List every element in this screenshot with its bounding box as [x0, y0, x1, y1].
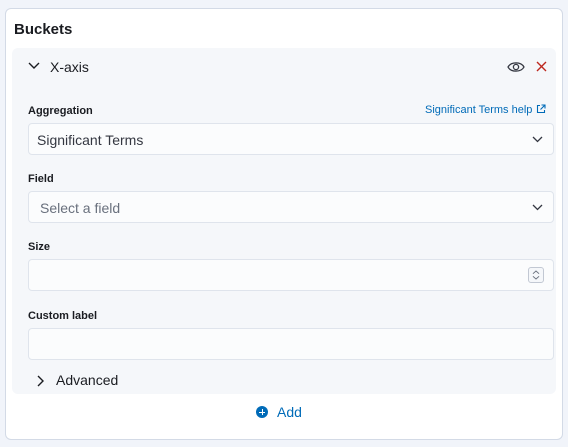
size-label: Size: [28, 241, 51, 253]
plus-circle-icon: [256, 406, 268, 418]
buckets-panel: Buckets X-axis Aggregation Significant T…: [5, 8, 563, 440]
buckets-title: Buckets: [14, 21, 73, 38]
chevron-right-icon: [37, 375, 44, 387]
aggregation-selected-value: Significant Terms: [37, 132, 144, 148]
significant-terms-help-link[interactable]: Significant Terms help: [425, 104, 546, 116]
number-stepper-icon[interactable]: [528, 267, 544, 283]
advanced-label: Advanced: [56, 372, 119, 388]
x-axis-aggregation-panel: X-axis Aggregation Significant Terms hel…: [12, 48, 556, 394]
aggregation-label: Aggregation: [28, 105, 93, 117]
x-axis-header[interactable]: X-axis: [12, 48, 556, 88]
aggregation-select[interactable]: Significant Terms: [28, 123, 554, 155]
add-bucket-button[interactable]: Add: [256, 404, 302, 420]
chevron-down-icon: [532, 204, 543, 211]
chevron-down-icon: [532, 136, 543, 143]
close-icon[interactable]: [536, 61, 547, 72]
field-placeholder: Select a field: [40, 200, 121, 216]
help-link-text: Significant Terms help: [425, 104, 533, 116]
external-link-icon: [537, 104, 546, 114]
chevron-down-icon[interactable]: [28, 62, 40, 70]
field-select[interactable]: Select a field: [28, 191, 554, 223]
advanced-toggle[interactable]: Advanced: [12, 369, 556, 393]
eye-icon[interactable]: [507, 60, 525, 74]
x-axis-title: X-axis: [50, 59, 89, 75]
custom-label-input[interactable]: [28, 328, 554, 360]
add-button-label: Add: [277, 404, 302, 420]
custom-label-label: Custom label: [28, 310, 98, 322]
field-label: Field: [28, 173, 54, 185]
size-input[interactable]: [28, 259, 554, 291]
